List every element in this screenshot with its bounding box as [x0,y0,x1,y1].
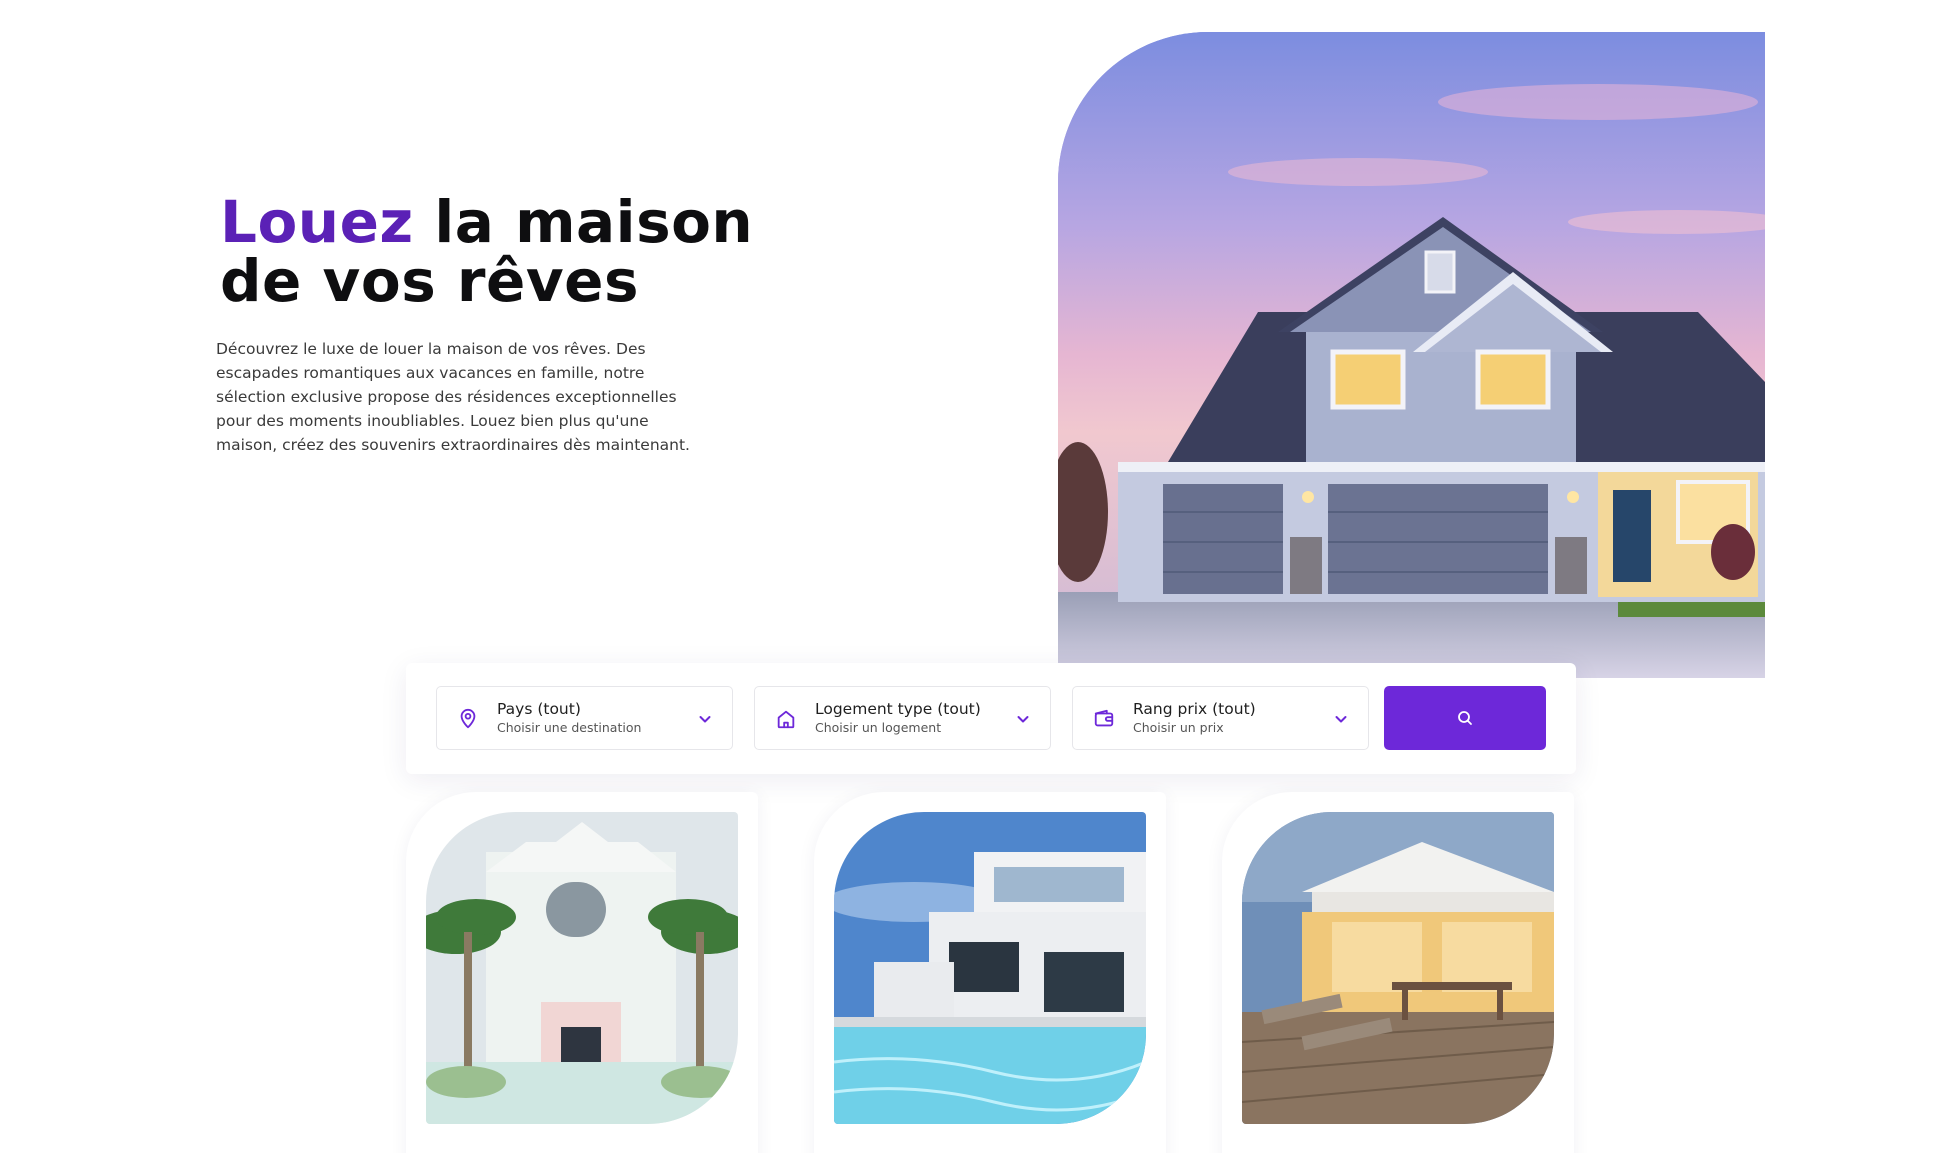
hero-title: Louez la maison de vos rêves [220,193,780,311]
chevron-down-icon [699,716,711,723]
chevron-down-icon [1335,716,1347,723]
hero-house-image [1058,32,1765,678]
country-filter[interactable]: Pays (tout) Choisir une destination [436,686,733,750]
price-range-filter-title: Rang prix (tout) [1133,700,1256,718]
wallet-icon [1094,709,1114,727]
search-icon [1458,711,1472,725]
housing-type-filter-title: Logement type (tout) [815,700,981,718]
search-bar: Pays (tout) Choisir une destination Loge… [406,663,1576,774]
chevron-down-icon [1017,716,1029,723]
hero-title-line1: la maison [413,188,754,256]
property-image-beach-house-terrace[interactable] [1242,812,1554,1124]
price-range-filter-subtitle: Choisir un prix [1133,720,1224,735]
country-filter-title: Pays (tout) [497,700,581,718]
property-card[interactable] [1222,792,1574,1153]
hero-description: Découvrez le luxe de louer la maison de … [216,340,690,454]
property-image-modern-pool-house[interactable] [834,812,1146,1124]
property-image-white-villa[interactable] [426,812,738,1124]
country-filter-subtitle: Choisir une destination [497,720,642,735]
property-card[interactable] [814,792,1166,1153]
housing-type-filter-subtitle: Choisir un logement [815,720,942,735]
hero-title-accent: Louez [220,188,414,256]
housing-type-filter[interactable]: Logement type (tout) Choisir un logement [754,686,1051,750]
property-card[interactable] [406,792,758,1153]
hero-title-line2: de vos rêves [220,247,640,315]
map-pin-icon [460,708,476,729]
search-button[interactable] [1384,686,1546,750]
home-icon [777,710,795,729]
price-range-filter[interactable]: Rang prix (tout) Choisir un prix [1072,686,1369,750]
